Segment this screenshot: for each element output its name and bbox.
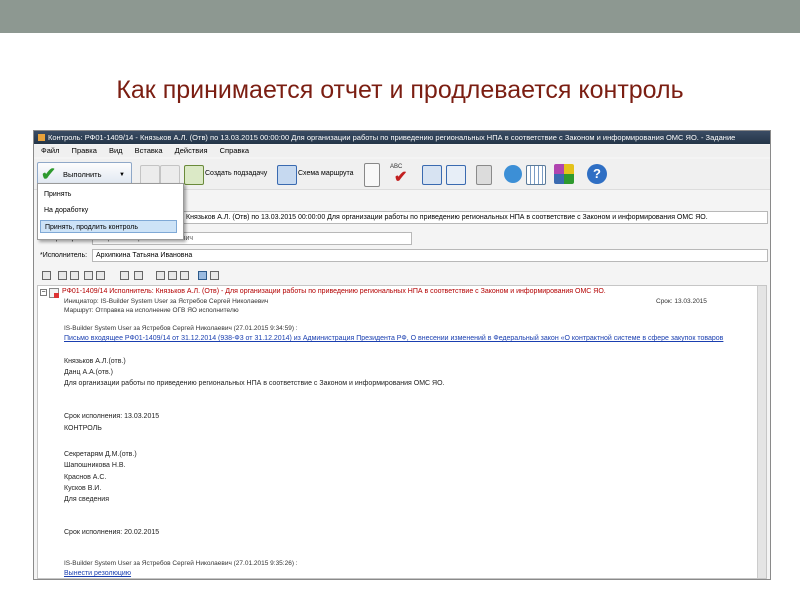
create-subtask-button[interactable]: Создать подзадачу [205,169,267,179]
globe-icon[interactable] [504,165,522,183]
app-icon [38,134,45,141]
document-copy-icon[interactable] [180,271,189,280]
entry3-author: IS-Builder System User за Ястребов Серге… [64,560,298,567]
document-open-icon[interactable] [156,271,165,280]
view-icon[interactable] [198,271,207,280]
document-header: РФ01-1409/14 Исполнитель: Князьков А.Л. … [62,288,606,295]
table-icon[interactable] [526,165,546,185]
color-palette-icon[interactable] [554,164,574,184]
print-icon[interactable] [160,165,180,185]
menu-file[interactable]: Файл [41,145,59,157]
entry2-line: Кусков В.И. [64,485,102,492]
help-icon[interactable]: ? [587,164,607,184]
network-icon[interactable] [422,165,442,185]
entry1-line: Для организации работы по приведению рег… [64,380,445,387]
menu-item-accept-extend-control[interactable]: Принять, продлить контроль [40,220,177,233]
align-icon[interactable] [120,271,129,280]
menu-actions[interactable]: Действия [175,145,208,157]
window-titlebar: Контроль: РФ01-1409/14 - Князьков А.Л. (… [34,131,770,144]
spellcheck-icon[interactable]: ABC ✔ [390,164,412,186]
editor-toolbar [34,269,770,283]
attach-icon[interactable] [476,165,492,185]
menu-edit[interactable]: Правка [72,145,97,157]
route-scheme-icon[interactable] [277,165,297,185]
window-title: Контроль: РФ01-1409/14 - Князьков А.Л. (… [48,133,736,142]
menu-insert[interactable]: Вставка [135,145,163,157]
document-type-icon [49,288,59,298]
entry1-author: IS-Builder System User за Ястребов Серге… [64,325,298,332]
executor-field[interactable]: Архипкина Татьяна Ивановна [92,249,768,262]
collapse-icon[interactable]: − [40,289,47,296]
document-route: Маршрут: Отправка на исполнение ОГВ ЯО и… [64,307,239,314]
entry2-line: Для сведения [64,496,109,503]
entry1-control: КОНТРОЛЬ [64,425,102,432]
format-icon[interactable] [84,271,93,280]
route-scheme-button[interactable]: Схема маршрута [298,169,354,179]
font-icon[interactable] [70,271,79,280]
slide-title: Как принимается отчет и продлевается кон… [116,76,684,104]
subject-field[interactable]: Князьков А.Л. (Отв) по 13.03.2015 00:00:… [182,211,768,224]
executor-label: *Исполнитель: [40,252,88,259]
create-subtask-icon[interactable] [184,165,204,185]
menu-view[interactable]: Вид [109,145,123,157]
view-list-icon[interactable] [210,271,219,280]
entry2-line: Секретарям Д.М.(отв.) [64,451,137,458]
document-icon[interactable] [364,163,380,187]
list-icon[interactable] [134,271,143,280]
save-icon[interactable] [140,165,160,185]
checkmark-icon: ✔ [41,164,57,184]
entry1-line: Князьков А.Л.(отв.) [64,358,126,365]
entry2-deadline: Срок исполнения: 20.02.2015 [64,529,160,536]
slide-top-bar [0,0,800,33]
menu-item-accept[interactable]: Принять [44,188,71,201]
entry2-line: Краснов А.С. [64,474,107,481]
document-initiator: Инициатор: IS-Builder System User за Яст… [64,298,269,305]
menu-help[interactable]: Справка [220,145,249,157]
document-deadline: Срок: 13.03.2015 [656,298,707,305]
copy-icon[interactable] [42,271,51,280]
binoculars-icon[interactable] [58,271,67,280]
link-icon[interactable] [446,165,466,185]
entry1-line: Данц А.А.(отв.) [64,369,113,376]
entry1-link[interactable]: Письмо входящее РФ01-1409/14 от 31.12.20… [64,335,723,342]
task-document: − РФ01-1409/14 Исполнитель: Князьков А.Л… [37,285,767,579]
undo-icon[interactable] [96,271,105,280]
execute-dropdown-menu: Принять На доработку Принять, продлить к… [37,183,184,240]
red-check-icon: ✔ [394,169,408,186]
document-scrollbar[interactable] [757,286,766,578]
menu-item-rework[interactable]: На доработку [44,204,88,217]
entry1-deadline: Срок исполнения: 13.03.2015 [64,413,160,420]
entry3-link[interactable]: Вынести резолюцию [64,570,131,577]
entry2-line: Шапошникова Н.В. [64,462,126,469]
menu-bar: Файл Правка Вид Вставка Действия Справка [34,145,770,157]
document-save-icon[interactable] [168,271,177,280]
